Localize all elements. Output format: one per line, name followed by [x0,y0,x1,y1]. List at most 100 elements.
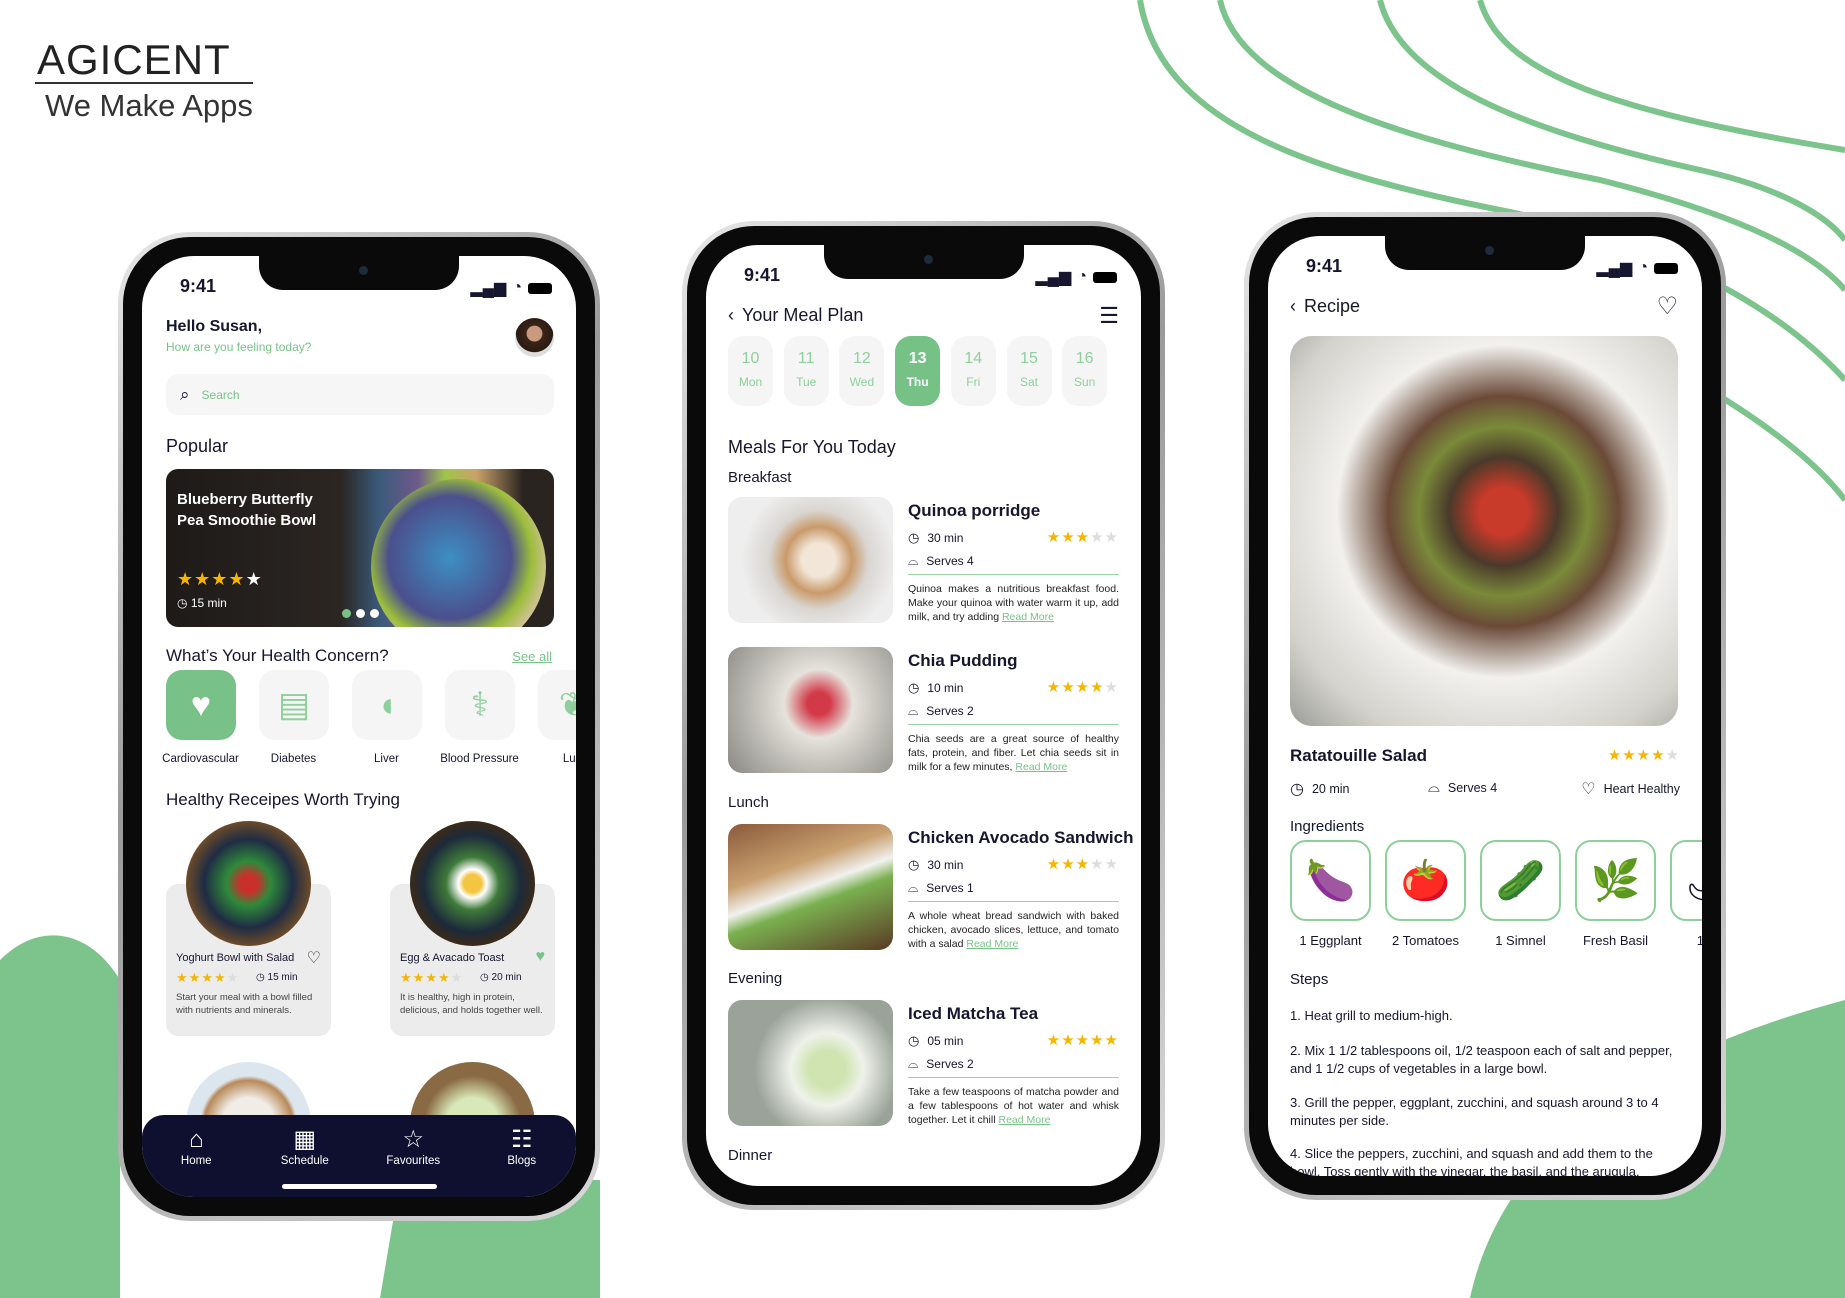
health-concern-liver[interactable]: ◖ [352,670,422,740]
recipe-tag: ♡ Heart Healthy [1581,781,1680,798]
meal-title[interactable]: Iced Matcha Tea [908,1004,1038,1024]
avatar[interactable] [515,318,554,357]
day-name: Wed [849,375,875,389]
search-input[interactable]: ⌕ Search [166,374,554,415]
fresh-basil-icon: 🌿 [1590,859,1641,903]
day-tue[interactable]: 11 Tue [783,336,829,406]
meal-title[interactable]: Chia Pudding [908,651,1018,671]
star-empty-icon: ★ [245,569,263,589]
star-empty-icon: ★ [450,970,464,985]
star-filled-icon: ★ [437,970,451,985]
meal-rating: ★★★★★ [1047,855,1119,873]
cloche-icon: ⌓ [908,553,919,568]
status-time: 9:41 [744,265,781,285]
star-filled-icon: ★ [177,569,195,589]
meal-title[interactable]: Chicken Avocado Sandwich [908,828,1133,848]
meal-section-breakfast: Breakfast [728,469,792,486]
meal-image[interactable] [728,647,893,773]
agicent-logo: AGICENT We Make Apps [35,36,253,123]
star-filled-icon: ★ [1046,529,1062,546]
ingredient-label: 1 Simnel [1495,933,1546,948]
cloche-icon: ⌓ [908,703,919,718]
meal-title[interactable]: Quinoa porridge [908,501,1040,521]
clock-icon: ◷ [908,530,920,545]
banner-rating: ★★★★★ [177,569,263,590]
-eggplant-icon: 🍆 [1305,859,1356,903]
popular-title: Popular [166,436,229,456]
meal-serves-value: Serves 4 [926,554,974,568]
health-concern-blood-pressure[interactable]: ⚕ [445,670,515,740]
star-filled-icon: ★ [1075,679,1091,696]
ingredient-card[interactable]: 🌶 [1670,840,1702,921]
menu-icon[interactable]: ☰ [1099,303,1119,329]
star-empty-icon: ★ [1104,856,1119,873]
popular-banner[interactable]: Blueberry Butterfly Pea Smoothie Bowl ★★★… [166,469,554,627]
day-name: Sat [1019,375,1038,389]
day-fri[interactable]: 14 Fri [950,336,996,406]
ingredient-label: 1 Eggplant [1299,933,1362,948]
day-number: 15 [1020,350,1038,367]
back-button[interactable]: ‹ Your Meal Plan [728,305,863,326]
meal-serves: ⌓ Serves 4 [908,553,974,569]
ingredient-card[interactable]: 🍅 [1385,840,1466,921]
carousel-dots[interactable] [342,609,379,618]
clock-icon: ◷ [480,972,492,983]
star-filled-icon: ★ [1061,856,1076,873]
heart-icon[interactable]: ♡ [307,948,321,968]
meal-image[interactable] [728,1000,893,1126]
recipe-desc-line: delicious, and holds together well. [400,1005,543,1016]
day-sat[interactable]: 15 Sat [1006,336,1052,406]
day-wed[interactable]: 12 Wed [839,336,885,406]
status-icons: ▂▄▆ ◔ [1035,267,1117,287]
ingredient-card[interactable]: 🌿 [1575,840,1656,921]
day-sun[interactable]: 16 Sun [1062,336,1108,406]
divider [908,901,1119,902]
health-concern-diabetes[interactable]: ▤ [259,670,329,740]
read-more-link[interactable]: Read More [998,1114,1050,1126]
home-indicator [282,1184,437,1189]
battery-icon [1093,271,1117,283]
day-number: 14 [964,350,983,367]
meal-serves-value: Serves 2 [926,1057,974,1071]
star-filled-icon: ★ [425,970,438,985]
favorite-heart-icon[interactable]: ♡ [1656,292,1678,321]
recipe-step: 1. Heat grill to medium-high. [1290,1008,1453,1023]
ingredient-label: 2 Tomatoes [1392,933,1459,948]
meal-plan-screen: 9:41 ▂▄▆ ◔ ‹ Your Meal Plan ☰ 10 Mon 11 Tue 12… [706,245,1141,1186]
meal-image[interactable] [728,824,893,950]
see-all-link[interactable]: See all [512,649,552,664]
read-more-link[interactable]: Read More [1015,761,1067,773]
cloche-icon: ⌓ [908,1056,919,1071]
star-empty-icon: ★ [1104,679,1119,696]
star-filled-icon: ★ [1090,679,1105,696]
clock-icon: ◷ [908,857,920,872]
star-filled-icon: ★ [1622,747,1637,764]
health-concern-title: What’s Your Health Concern? [166,646,389,665]
battery-icon [1654,262,1678,274]
health-concern-lun[interactable]: ❦ [538,670,576,740]
ingredient-card[interactable]: 🍆 [1290,840,1371,921]
smoothie-bowl-image [371,479,546,627]
star-filled-icon: ★ [1090,1032,1105,1049]
clock-icon: ◷ [908,680,920,695]
recipe-rating: ★★★★★ [1608,746,1680,764]
nav-home[interactable]: ⌂ Home [156,1125,236,1197]
meal-image[interactable] [728,497,893,623]
back-button[interactable]: ‹ Recipe [1290,296,1360,317]
signal-icon: ▂▄▆ [1596,260,1633,277]
day-mon[interactable]: 10 Mon [728,336,773,406]
cloche-icon: ⌓ [908,880,919,895]
divider [908,1077,1119,1078]
-tomatoes-icon: 🍅 [1400,859,1451,903]
read-more-link[interactable]: Read More [1002,611,1054,623]
ingredient-card[interactable]: 🥒 [1480,840,1561,921]
health-concern-cardiovascular[interactable]: ♥ [166,670,236,740]
heart-icon[interactable]: ♥ [536,948,546,966]
day-thu[interactable]: 13 Thu [895,336,941,406]
star-filled-icon: ★ [188,970,202,985]
meal-time: ◷ 10 min [908,680,963,696]
nav-blogs[interactable]: ☷ Blogs [482,1125,562,1197]
read-more-link[interactable]: Read More [966,938,1018,950]
recipe-time: ◷ 20 min [1290,781,1350,798]
wifi-icon: ◔ [1077,268,1087,285]
